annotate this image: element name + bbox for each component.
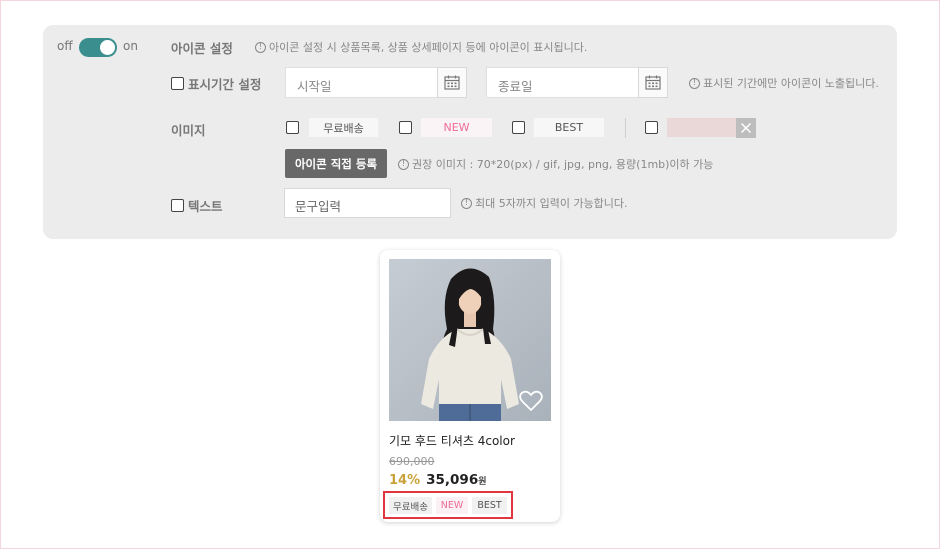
display-period-option[interactable]: 표시기간 설정 — [171, 74, 261, 93]
discount-rate: 14% — [389, 473, 421, 488]
text-label: 텍스트 — [188, 199, 223, 214]
heart-icon[interactable] — [519, 390, 543, 412]
display-period-checkbox[interactable] — [171, 77, 184, 90]
display-period-hint: ! 표시된 기간에만 아이콘이 노출됩니다. — [689, 75, 879, 91]
product-name[interactable]: 기모 후드 티셔츠 4color — [389, 432, 515, 449]
free-shipping-icon-checkbox[interactable] — [286, 121, 299, 134]
calendar-icon — [645, 75, 661, 90]
custom-icon-preview — [667, 118, 737, 137]
product-tag-new: NEW — [436, 497, 468, 514]
new-icon-checkbox[interactable] — [399, 121, 412, 134]
upload-icon-button[interactable]: 아이콘 직접 등록 — [285, 149, 387, 178]
close-icon — [740, 122, 752, 134]
start-date-input[interactable]: 시작일 — [285, 67, 438, 98]
sale-price: 35,096원 — [426, 472, 486, 488]
text-hint: ! 최대 5자까지 입력이 가능합니다. — [461, 195, 628, 211]
image-label: 이미지 — [171, 123, 206, 138]
product-tag-free-shipping: 무료배송 — [389, 497, 432, 514]
best-icon-checkbox[interactable] — [512, 121, 525, 134]
start-date-calendar-button[interactable] — [437, 67, 467, 98]
text-hint-text: 최대 5자까지 입력이 가능합니다. — [475, 197, 628, 210]
end-date-input[interactable]: 종료일 — [486, 67, 639, 98]
icon-setting-label: 아이콘 설정 — [171, 41, 233, 56]
toggle-on-label: on — [123, 39, 138, 53]
info-icon: ! — [255, 41, 266, 53]
product-tag-best: BEST — [472, 497, 507, 514]
icon-toggle-switch[interactable] — [79, 38, 117, 57]
info-icon: ! — [398, 158, 409, 170]
toggle-knob — [100, 40, 115, 55]
info-icon: ! — [689, 77, 700, 89]
currency-unit: 원 — [478, 477, 487, 487]
sale-price-value: 35,096 — [426, 472, 479, 488]
remove-custom-icon-button[interactable] — [736, 118, 756, 138]
icon-setting-hint-text: 아이콘 설정 시 상품목록, 상품 상세페이지 등에 아이콘이 표시됩니다. — [269, 41, 588, 54]
text-phrase-input[interactable]: 문구입력 — [284, 188, 451, 218]
text-option[interactable]: 텍스트 — [171, 196, 223, 215]
text-checkbox[interactable] — [171, 199, 184, 212]
end-date-calendar-button[interactable] — [638, 67, 668, 98]
image-hint-text: 권장 이미지 : 70*20(px) / gif, jpg, png, 용량(1… — [412, 158, 714, 171]
display-period-label: 표시기간 설정 — [188, 77, 262, 92]
toggle-off-label: off — [57, 39, 73, 53]
info-icon: ! — [461, 197, 472, 209]
original-price: 690,000 — [389, 455, 435, 468]
image-hint: ! 권장 이미지 : 70*20(px) / gif, jpg, png, 용량… — [398, 156, 713, 172]
divider — [625, 118, 626, 138]
new-icon-preview: NEW — [421, 118, 492, 137]
icon-setting-hint: ! 아이콘 설정 시 상품목록, 상품 상세페이지 등에 아이콘이 표시됩니다. — [255, 39, 587, 55]
display-period-hint-text: 표시된 기간에만 아이콘이 노출됩니다. — [703, 77, 879, 90]
best-icon-preview: BEST — [534, 118, 604, 137]
sale-price-row: 14% 35,096원 — [389, 472, 487, 488]
custom-icon-checkbox[interactable] — [645, 121, 658, 134]
calendar-icon — [444, 75, 460, 90]
free-shipping-icon-preview: 무료배송 — [309, 118, 378, 137]
